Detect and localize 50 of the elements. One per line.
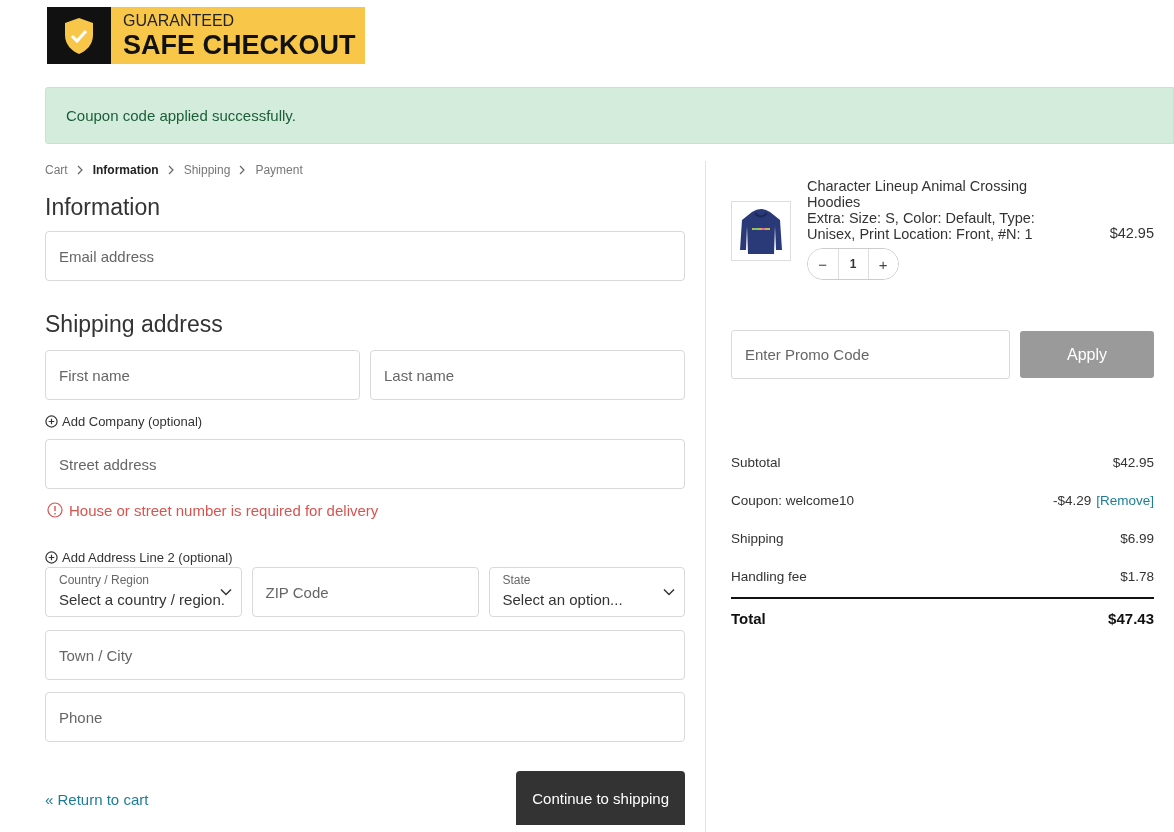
chevron-right-icon [76, 165, 84, 175]
product-options: Extra: Size: S, Color: Default, Type: Unisex, Print Location: Front, #N: 1 [807, 210, 1067, 242]
shield-check-icon [62, 15, 96, 56]
promo-code-field[interactable]: Enter Promo Code [731, 330, 1010, 379]
section-heading: Information [45, 193, 162, 221]
select-value: Select a country / region. [59, 590, 226, 610]
summary-label: Handling fee [731, 568, 807, 584]
summary-value: $42.95 [1112, 454, 1154, 470]
summary-label: Coupon: welcome10 [731, 492, 855, 508]
return-to-cart-link[interactable]: « Return to cart [45, 791, 149, 808]
field-label: State [502, 572, 532, 589]
first-name-field[interactable]: First name [45, 350, 360, 400]
summary-value: $1.78 [1120, 568, 1154, 584]
summary-value: -$4.29 [1052, 492, 1092, 508]
quantity-value: 1 [837, 249, 869, 279]
chevron-right-icon [239, 165, 247, 175]
last-name-field[interactable]: Last name [370, 350, 685, 400]
error-message: House or street number is required for delivery [69, 501, 379, 519]
logo-tagline: GUARANTEED [123, 11, 236, 30]
select-field[interactable]: State Select an option... [488, 567, 685, 617]
add-address-line-link[interactable]: Add Address Line 2 (optional) [62, 549, 233, 565]
select-value: Select an option... [502, 590, 624, 610]
breadcrumb-item[interactable]: Information [92, 163, 159, 177]
select-field[interactable]: Country / Region Select a country / region. [45, 567, 242, 617]
street-address-field[interactable]: Street address [45, 439, 685, 489]
alert-circle-icon [47, 502, 63, 518]
breadcrumb-item[interactable]: Cart [45, 163, 68, 177]
product-name: Character Lineup Animal Crossing Hoodies [807, 178, 1029, 210]
breadcrumb-item[interactable]: Shipping [183, 163, 231, 177]
field-label: Country / Region [59, 572, 151, 589]
section-heading: Shipping address [45, 310, 224, 338]
total-label: Total [731, 609, 766, 627]
email-field[interactable]: Email address [45, 231, 685, 281]
product-price: $42.95 [1109, 225, 1154, 241]
summary-value: $6.99 [1120, 530, 1154, 546]
add-company-link[interactable]: Add Company (optional) [62, 413, 203, 429]
plus-circle-icon [45, 414, 58, 428]
summary-label: Subtotal [731, 454, 781, 470]
total-value: $47.43 [1108, 609, 1154, 627]
summary-label: Shipping [731, 530, 784, 546]
chevron-right-icon [167, 165, 175, 175]
town-field[interactable]: Town / City [45, 630, 685, 680]
zip-code-field[interactable]: ZIP Code [251, 567, 479, 617]
plus-circle-icon [45, 550, 58, 564]
remove-coupon-link[interactable]: [Remove] [1096, 492, 1154, 508]
continue-button[interactable]: Continue to shipping [516, 771, 685, 825]
success-alert: Coupon code applied successfully. [45, 87, 1174, 144]
logo-title: SAFE CHECKOUT [123, 29, 356, 60]
phone-field[interactable]: Phone [45, 692, 685, 742]
breadcrumb-item[interactable]: Payment [255, 163, 303, 177]
